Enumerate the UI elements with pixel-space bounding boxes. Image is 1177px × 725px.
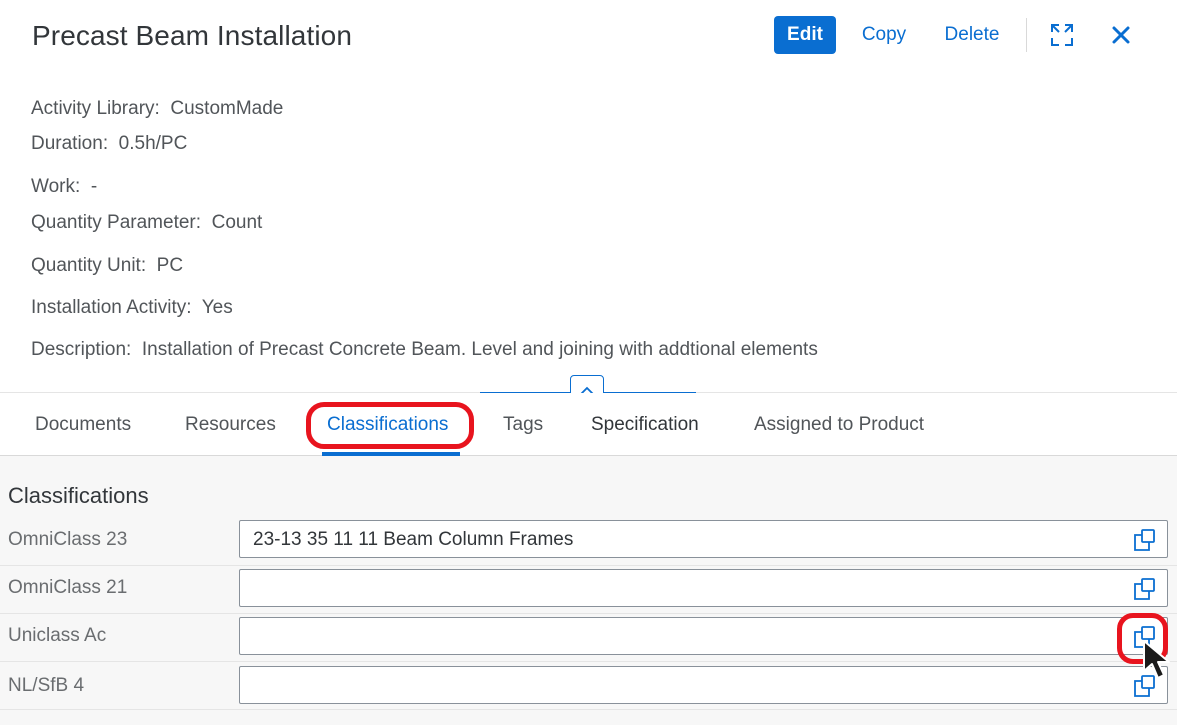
attribute-key: Description:: [31, 339, 132, 360]
attribute-key: Quantity Unit:: [31, 255, 147, 276]
value-help-icon[interactable]: [1132, 529, 1156, 551]
section-title: Classifications: [8, 483, 149, 508]
tab-resources[interactable]: Resources: [185, 414, 276, 436]
copy-button[interactable]: Copy: [858, 16, 910, 54]
row-label-uniclass-ac: Uniclass Ac: [8, 625, 107, 646]
attribute-value: CustomMade: [170, 98, 284, 119]
attribute-key: Duration:: [31, 133, 109, 154]
row-divider: [0, 565, 1177, 566]
attribute-value: -: [90, 176, 98, 197]
toolbar-separator: [1026, 18, 1027, 52]
value-help-icon[interactable]: [1132, 578, 1156, 600]
row-divider: [0, 709, 1177, 710]
fullscreen-icon[interactable]: [1045, 18, 1079, 52]
omniclass-23-input[interactable]: 23-13 35 11 11 Beam Column Frames: [239, 520, 1168, 558]
object-header: Precast Beam Installation Edit Copy Dele…: [0, 0, 1177, 392]
attribute-installation-activity: Installation Activity: Yes: [31, 297, 233, 319]
attribute-value: PC: [156, 255, 184, 276]
omniclass-21-input[interactable]: [239, 569, 1168, 607]
delete-button[interactable]: Delete: [940, 16, 1004, 54]
value-help-icon[interactable]: [1132, 626, 1156, 648]
page-title: Precast Beam Installation: [32, 20, 352, 51]
attribute-work: Work: -: [31, 176, 97, 198]
attribute-value: Yes: [201, 297, 233, 318]
attribute-value: Count: [211, 212, 263, 233]
attribute-key: Activity Library:: [31, 98, 160, 119]
attribute-value: 0.5h/PC: [118, 133, 188, 154]
nl-sfb-4-input[interactable]: [239, 666, 1168, 704]
close-icon[interactable]: [1104, 18, 1138, 52]
field-value: 23-13 35 11 11 Beam Column Frames: [253, 529, 574, 550]
attribute-value: Installation of Precast Concrete Beam. L…: [141, 339, 818, 360]
row-label-omniclass-21: OmniClass 21: [8, 577, 128, 598]
attribute-duration: Duration: 0.5h/PC: [31, 133, 187, 155]
row-divider: [0, 661, 1177, 662]
row-divider: [0, 613, 1177, 614]
attribute-description: Description: Installation of Precast Con…: [31, 339, 818, 361]
tab-specification[interactable]: Specification: [591, 414, 699, 436]
attribute-key: Work:: [31, 176, 81, 197]
uniclass-ac-input[interactable]: [239, 617, 1168, 655]
attribute-quantity-parameter: Quantity Parameter: Count: [31, 212, 262, 234]
tab-bar: Documents Resources Classifications Tags…: [0, 393, 1177, 456]
row-label-nl-sfb-4: NL/SfB 4: [8, 675, 85, 696]
tab-documents[interactable]: Documents: [35, 414, 131, 436]
tab-tags[interactable]: Tags: [503, 414, 543, 436]
value-help-icon[interactable]: [1132, 675, 1156, 697]
attribute-quantity-unit: Quantity Unit: PC: [31, 255, 183, 277]
attribute-key: Quantity Parameter:: [31, 212, 202, 233]
row-label-omniclass-23: OmniClass 23: [8, 529, 128, 550]
edit-button[interactable]: Edit: [774, 16, 836, 54]
tab-assigned-to-product[interactable]: Assigned to Product: [754, 414, 924, 436]
attribute-activity-library: Activity Library: CustomMade: [31, 98, 283, 120]
tab-classifications[interactable]: Classifications: [327, 414, 448, 436]
attribute-key: Installation Activity:: [31, 297, 192, 318]
